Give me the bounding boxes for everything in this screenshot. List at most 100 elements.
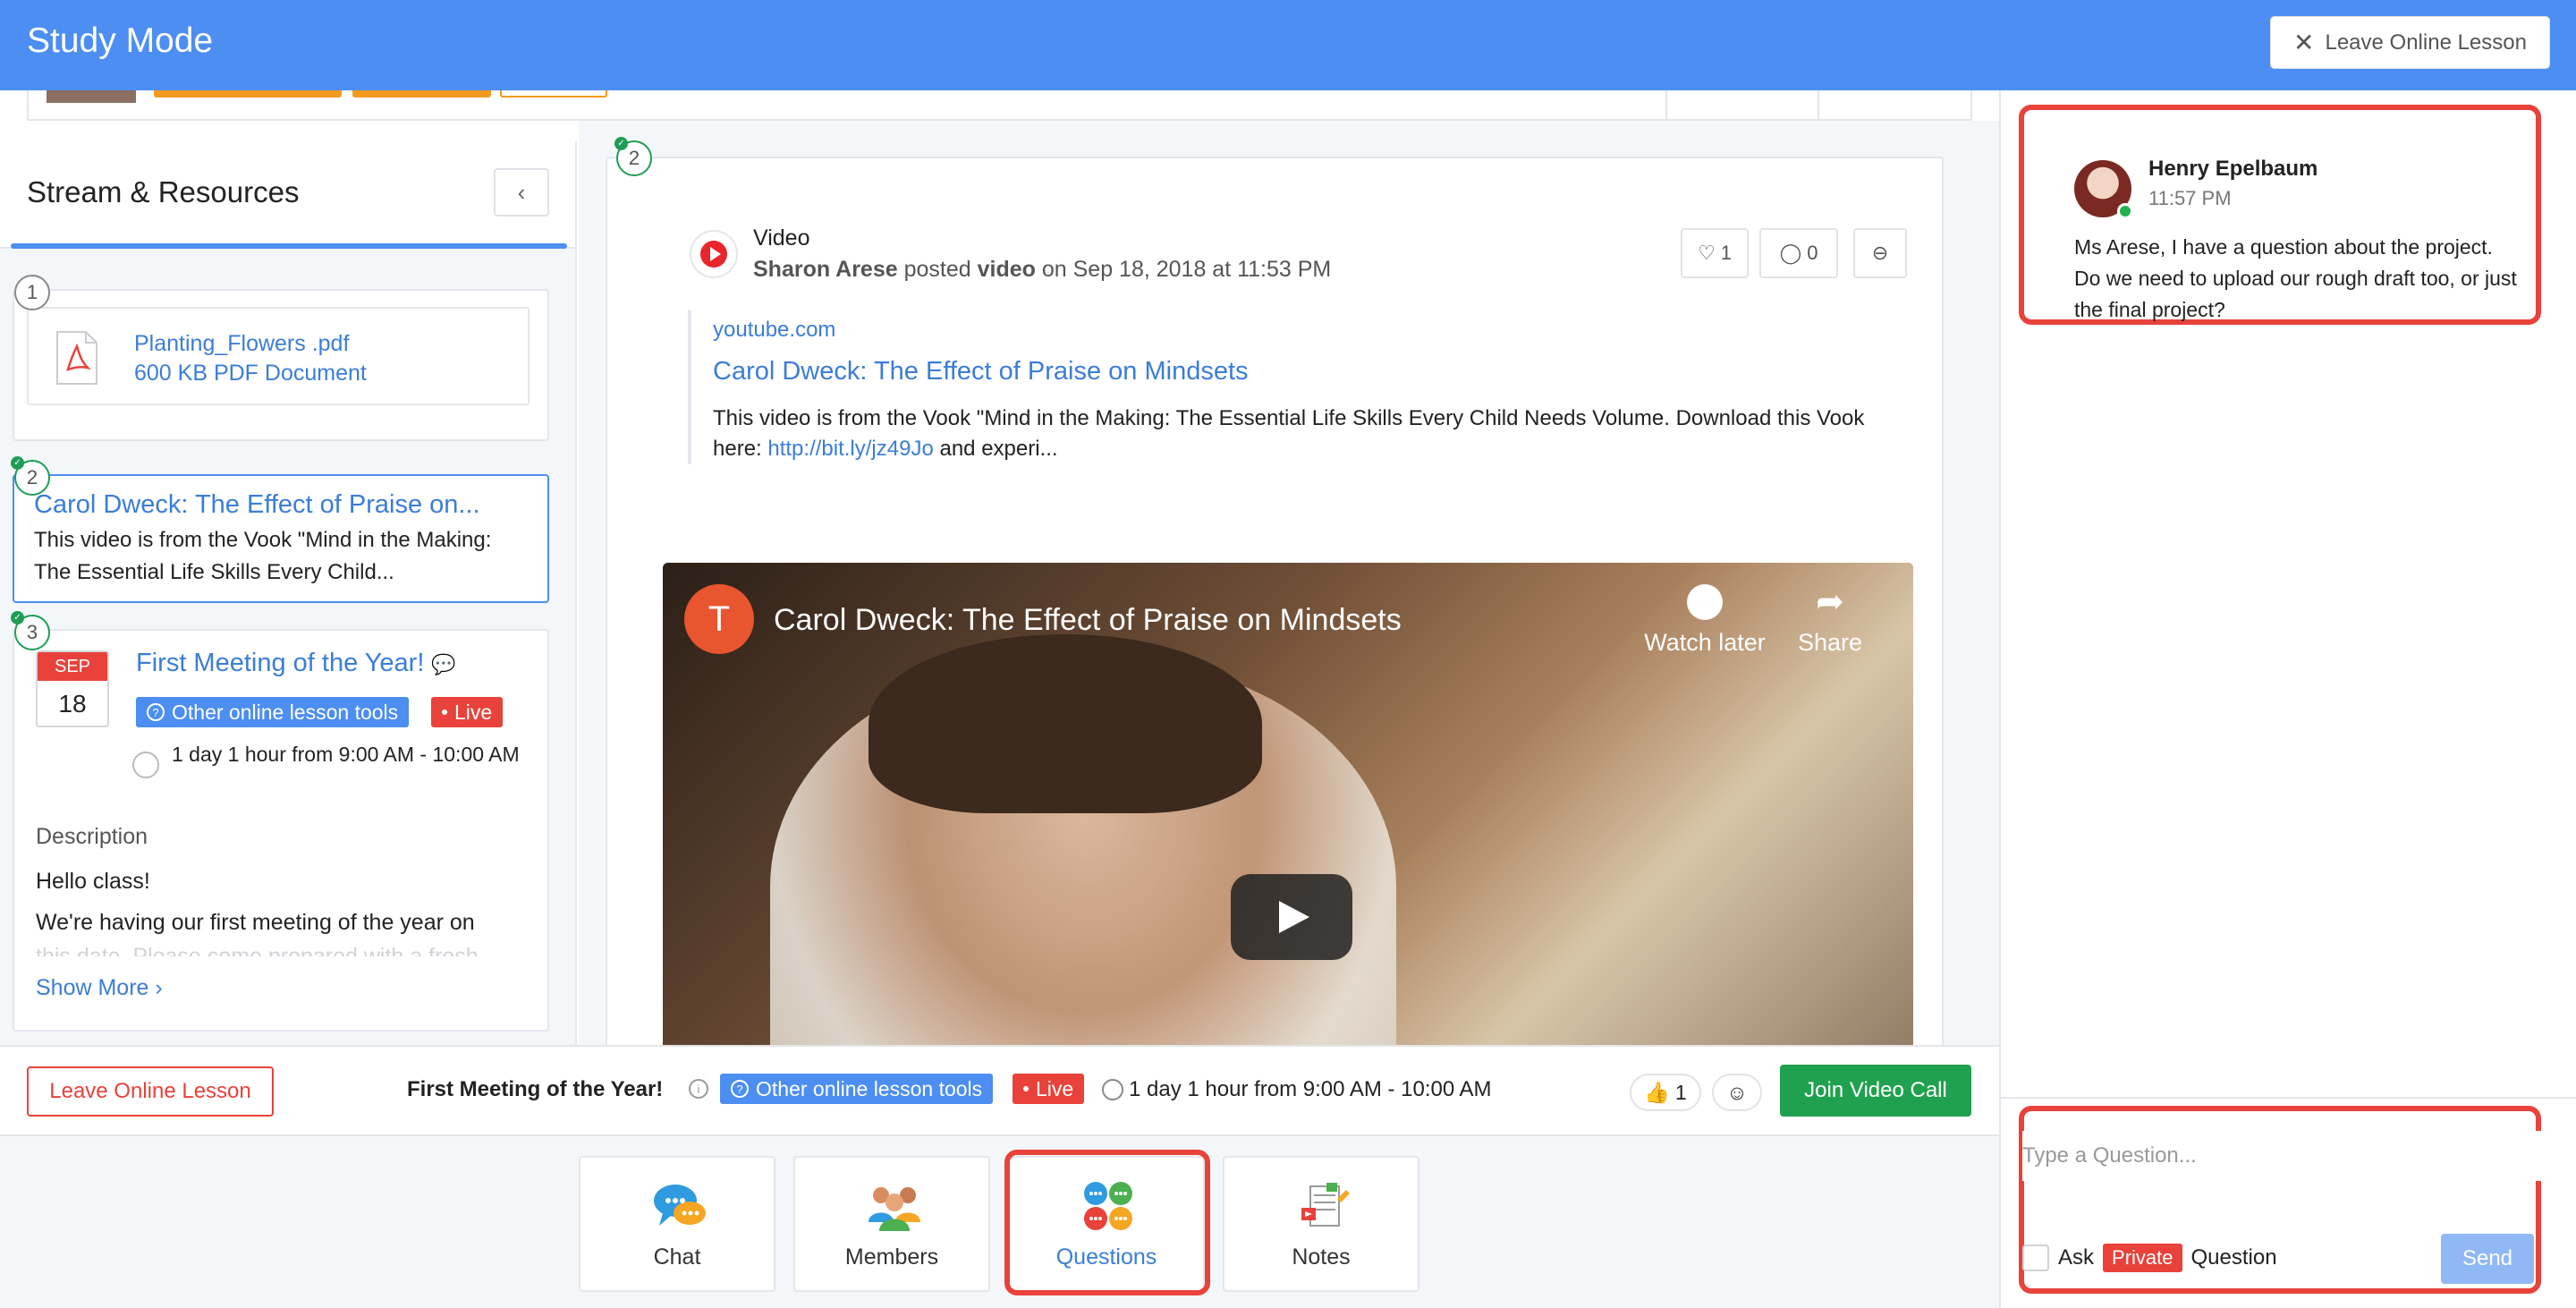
ask-private-row: Ask Private Question <box>2022 1244 2277 1272</box>
stream-resources-title: Stream & Resources <box>27 175 300 208</box>
progress-bar <box>11 243 567 249</box>
tab-label: Notes <box>1292 1244 1351 1270</box>
comment-button[interactable]: ◯ 0 <box>1759 228 1838 278</box>
private-question-checkbox[interactable] <box>2022 1244 2049 1271</box>
post-author[interactable]: Sharon Arese <box>753 257 898 282</box>
post-meta: Sharon Arese posted video on Sep 18, 201… <box>753 257 1331 283</box>
info-icon[interactable]: i <box>689 1079 708 1099</box>
share-button[interactable]: ➦ Share <box>1763 584 1897 657</box>
like-button[interactable]: ♡ 1 <box>1681 228 1749 278</box>
header-tab-1[interactable] <box>154 90 342 98</box>
comment-icon: ◯ <box>1779 242 1802 264</box>
video-play-button[interactable] <box>1231 874 1352 960</box>
live-label: Live <box>1036 1076 1074 1100</box>
show-more-link[interactable]: Show More › <box>36 975 163 1001</box>
clock-icon <box>132 752 159 778</box>
completed-check-icon: ✓ <box>11 456 24 470</box>
stream-resources-header: Stream & Resources ‹ <box>0 141 575 249</box>
file-name[interactable]: Planting_Flowers .pdf <box>134 331 349 357</box>
event-title: First Meeting of the Year! <box>136 649 425 677</box>
collapse-panel-button[interactable]: ‹ <box>494 168 549 217</box>
description-text: Hello class! <box>36 869 150 894</box>
join-video-call-button[interactable]: Join Video Call <box>1780 1065 1971 1117</box>
question-composer: Ask Private Question Send <box>2001 1097 2576 1308</box>
comment-icon: 💬 <box>431 653 456 675</box>
tab-members[interactable]: Members <box>793 1156 990 1292</box>
comment-count: 0 <box>1807 242 1818 264</box>
live-badge: Live <box>431 697 504 727</box>
question-input[interactable] <box>2022 1131 2543 1181</box>
link-title[interactable]: Carol Dweck: The Effect of Praise on Min… <box>713 357 1249 386</box>
thumbs-up-reaction[interactable]: 👍 1 <box>1630 1074 1701 1111</box>
event-time: 1 day 1 hour from 9:00 AM - 10:00 AM <box>172 743 520 766</box>
calendar-day: 18 <box>58 690 87 718</box>
divider <box>1665 90 1667 121</box>
link-site[interactable]: youtube.com <box>713 318 835 343</box>
event-title: First Meeting of the Year! <box>407 1077 664 1101</box>
event-time: 1 day 1 hour from 9:00 AM - 10:00 AM <box>1129 1077 1492 1101</box>
add-reaction-button[interactable]: ☺ <box>1712 1074 1762 1111</box>
video-player[interactable]: T Carol Dweck: The Effect of Praise on M… <box>663 563 1913 1045</box>
question-message: Henry Epelbaum 11:57 PM Ms Arese, I have… <box>2028 117 2529 321</box>
link-icon: ⊖ <box>1871 242 1889 264</box>
video-thumbnail-detail <box>869 634 1262 813</box>
tab-label: Chat <box>653 1244 701 1270</box>
description-text-faded: this date. Please come prepared with a f… <box>36 944 479 956</box>
event-title-link[interactable]: First Meeting of the Year! 💬 <box>136 649 456 678</box>
resource-description: This video is from the Vook "Mind in the… <box>34 528 492 584</box>
completed-check-icon: ✓ <box>614 137 628 150</box>
question-circle-icon: ? <box>147 703 165 721</box>
notes-icon <box>1301 1183 1350 1227</box>
resource-item-video[interactable]: Carol Dweck: The Effect of Praise on... … <box>13 474 549 603</box>
clock-icon <box>1102 1079 1123 1100</box>
tab-chat[interactable]: Chat <box>579 1156 775 1292</box>
like-count: 1 <box>1720 242 1732 264</box>
online-tools-label: Other online lesson tools <box>172 700 399 724</box>
close-icon: ✕ <box>2293 29 2315 56</box>
add-reaction-icon: ☺ <box>1726 1080 1748 1104</box>
stream-content: Video Sharon Arese posted video on Sep 1… <box>579 121 1999 1045</box>
send-button[interactable]: Send <box>2441 1234 2534 1284</box>
message-time: 11:57 PM <box>2148 187 2232 209</box>
video-post-card: Video Sharon Arese posted video on Sep 1… <box>606 157 1944 1045</box>
divider <box>1818 90 1819 121</box>
channel-avatar[interactable]: T <box>684 584 754 654</box>
heart-icon: ♡ <box>1698 242 1716 264</box>
tab-notes[interactable]: Notes <box>1223 1156 1419 1292</box>
pdf-icon <box>56 331 97 385</box>
resource-item-pdf[interactable]: Planting_Flowers .pdf 600 KB PDF Documen… <box>13 289 549 441</box>
description-text: We're having our first meeting of the ye… <box>36 910 475 935</box>
leave-online-lesson-button[interactable]: Leave Online Lesson <box>27 1066 274 1117</box>
file-attachment[interactable]: Planting_Flowers .pdf 600 KB PDF Documen… <box>27 307 530 405</box>
link-desc-text-end: and experi... <box>933 437 1058 461</box>
description-heading: Description <box>36 824 148 849</box>
watch-later-button[interactable]: Watch later <box>1638 584 1772 657</box>
resource-item-event[interactable]: SEP 18 First Meeting of the Year! 💬 ? Oth… <box>13 629 549 1032</box>
resource-title[interactable]: Carol Dweck: The Effect of Praise on... <box>34 490 480 520</box>
question-label: Question <box>2190 1245 2277 1270</box>
tool-tabs: Chat Members Questions Notes <box>0 1136 1999 1308</box>
leave-online-lesson-button[interactable]: ✕ Leave Online Lesson <box>2270 16 2550 69</box>
video-title[interactable]: Carol Dweck: The Effect of Praise on Min… <box>774 603 1402 638</box>
header-tab-2[interactable] <box>352 90 491 98</box>
calendar-date: SEP 18 <box>36 650 109 727</box>
ask-label: Ask <box>2058 1245 2095 1270</box>
watch-later-label: Watch later <box>1644 629 1766 656</box>
copy-link-button[interactable]: ⊖ <box>1853 228 1907 278</box>
link-url[interactable]: http://bit.ly/jz49Jo <box>767 437 933 461</box>
share-label: Share <box>1797 629 1863 656</box>
link-preview: youtube.com Carol Dweck: The Effect of P… <box>688 310 1913 464</box>
event-bar: Leave Online Lesson First Meeting of the… <box>0 1045 1999 1136</box>
message-text: Ms Arese, I have a question about the pr… <box>2074 235 2517 321</box>
chevron-left-icon: ‹ <box>517 178 526 206</box>
completed-check-icon: ✓ <box>11 611 24 624</box>
online-tools-badge[interactable]: ? Other online lesson tools <box>136 697 410 727</box>
app-title: Study Mode <box>27 21 214 60</box>
header-thumbnail <box>47 90 136 103</box>
header-tab-3[interactable] <box>500 90 607 98</box>
questions-tab-highlight <box>1004 1150 1210 1295</box>
online-tools-badge[interactable]: ? Other online lesson tools <box>720 1074 994 1104</box>
file-size: 600 KB PDF Document <box>134 361 367 386</box>
show-more-label: Show More <box>36 975 149 1000</box>
header-strip <box>27 90 1972 121</box>
